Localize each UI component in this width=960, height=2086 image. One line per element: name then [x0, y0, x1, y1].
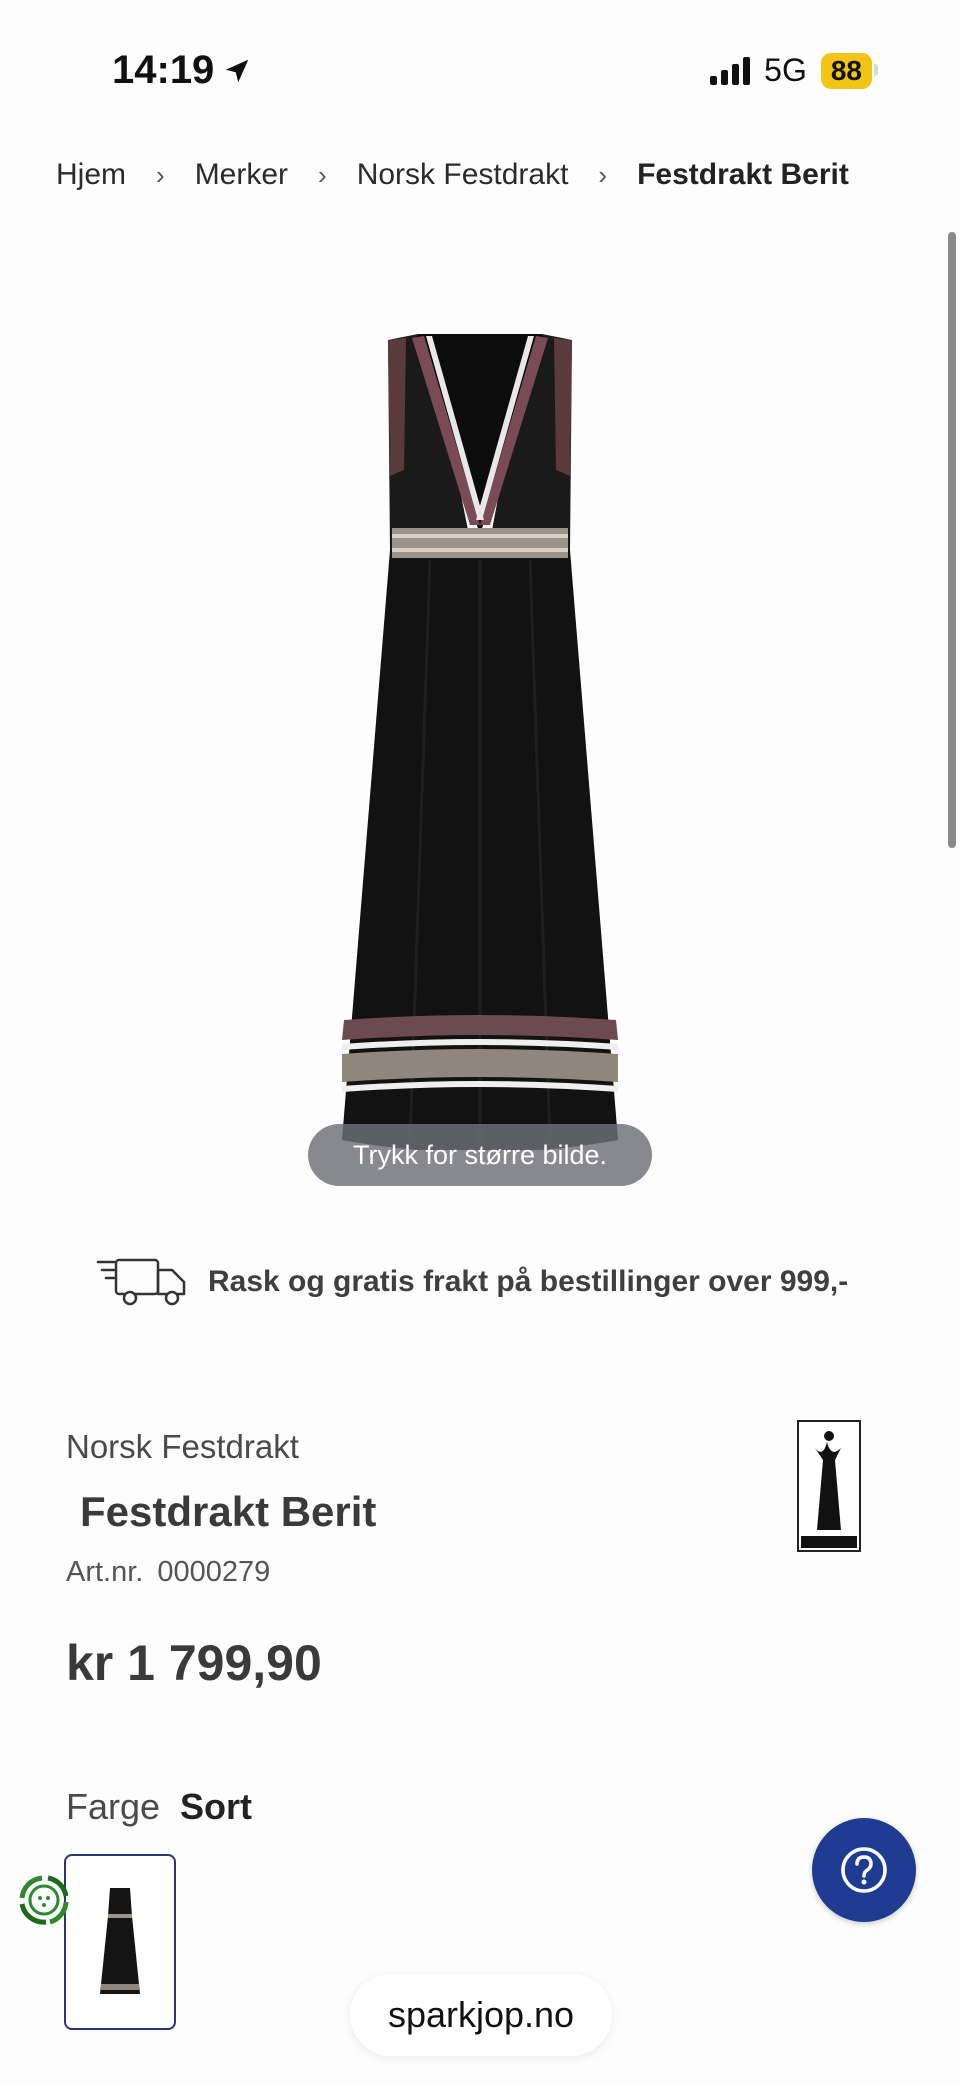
question-mark-icon	[841, 1847, 887, 1893]
recycle-icon[interactable]	[12, 1868, 76, 1932]
enlarge-image-text: Trykk for større bilde.	[352, 1139, 608, 1170]
delivery-truck-icon	[96, 1258, 186, 1306]
battery-level: 88	[830, 54, 862, 86]
breadcrumb-current: Festdrakt Berit	[637, 158, 849, 191]
color-swatch-sort[interactable]	[64, 1854, 176, 2030]
status-time-text: 14:19	[112, 48, 215, 92]
swatch-thumbnail	[100, 1888, 140, 1994]
status-indicators: 5G 88	[710, 52, 878, 89]
url-bar[interactable]: sparkjop.no	[350, 1974, 612, 2056]
location-arrow-icon	[226, 59, 249, 82]
status-time: 14:19	[112, 48, 252, 93]
product-brand[interactable]: Norsk Festdrakt	[66, 1428, 299, 1466]
breadcrumb-brands[interactable]: Merker	[195, 158, 288, 192]
article-number-value: 0000279	[157, 1556, 271, 1588]
article-number: Art.nr. 0000279	[66, 1556, 270, 1589]
battery-icon: 88	[820, 52, 878, 89]
product-image[interactable]	[300, 320, 660, 1150]
network-type: 5G	[764, 52, 807, 88]
product-title: Festdrakt Berit	[80, 1488, 377, 1535]
product-page: 14:19 5G 88 Hjem › Merker › Norsk Festdr…	[0, 0, 960, 2086]
chevron-right-icon: ›	[318, 159, 327, 190]
shipping-text: Rask og gratis frakt på bestillinger ove…	[208, 1265, 849, 1298]
breadcrumb-home[interactable]: Hjem	[56, 158, 126, 192]
shipping-banner: Rask og gratis frakt på bestillinger ove…	[96, 1256, 848, 1308]
brand-logo[interactable]	[797, 1420, 861, 1552]
enlarge-image-hint[interactable]: Trykk for større bilde.	[308, 1124, 652, 1186]
url-text: sparkjop.no	[387, 1994, 575, 2035]
color-label: Farge	[66, 1786, 161, 1827]
breadcrumb-norsk-festdrakt[interactable]: Norsk Festdrakt	[357, 158, 569, 192]
product-price: kr 1 799,90	[66, 1635, 322, 1691]
chevron-right-icon: ›	[156, 159, 165, 190]
article-number-label: Art.nr.	[66, 1556, 144, 1588]
chevron-right-icon: ›	[598, 159, 608, 190]
color-selector: Farge Sort	[66, 1786, 252, 1828]
signal-icon	[710, 56, 751, 85]
help-button[interactable]	[812, 1818, 916, 1922]
color-value: Sort	[180, 1786, 253, 1827]
scrollbar[interactable]	[948, 232, 956, 848]
breadcrumb: Hjem › Merker › Norsk Festdrakt › Festdr…	[56, 158, 849, 192]
